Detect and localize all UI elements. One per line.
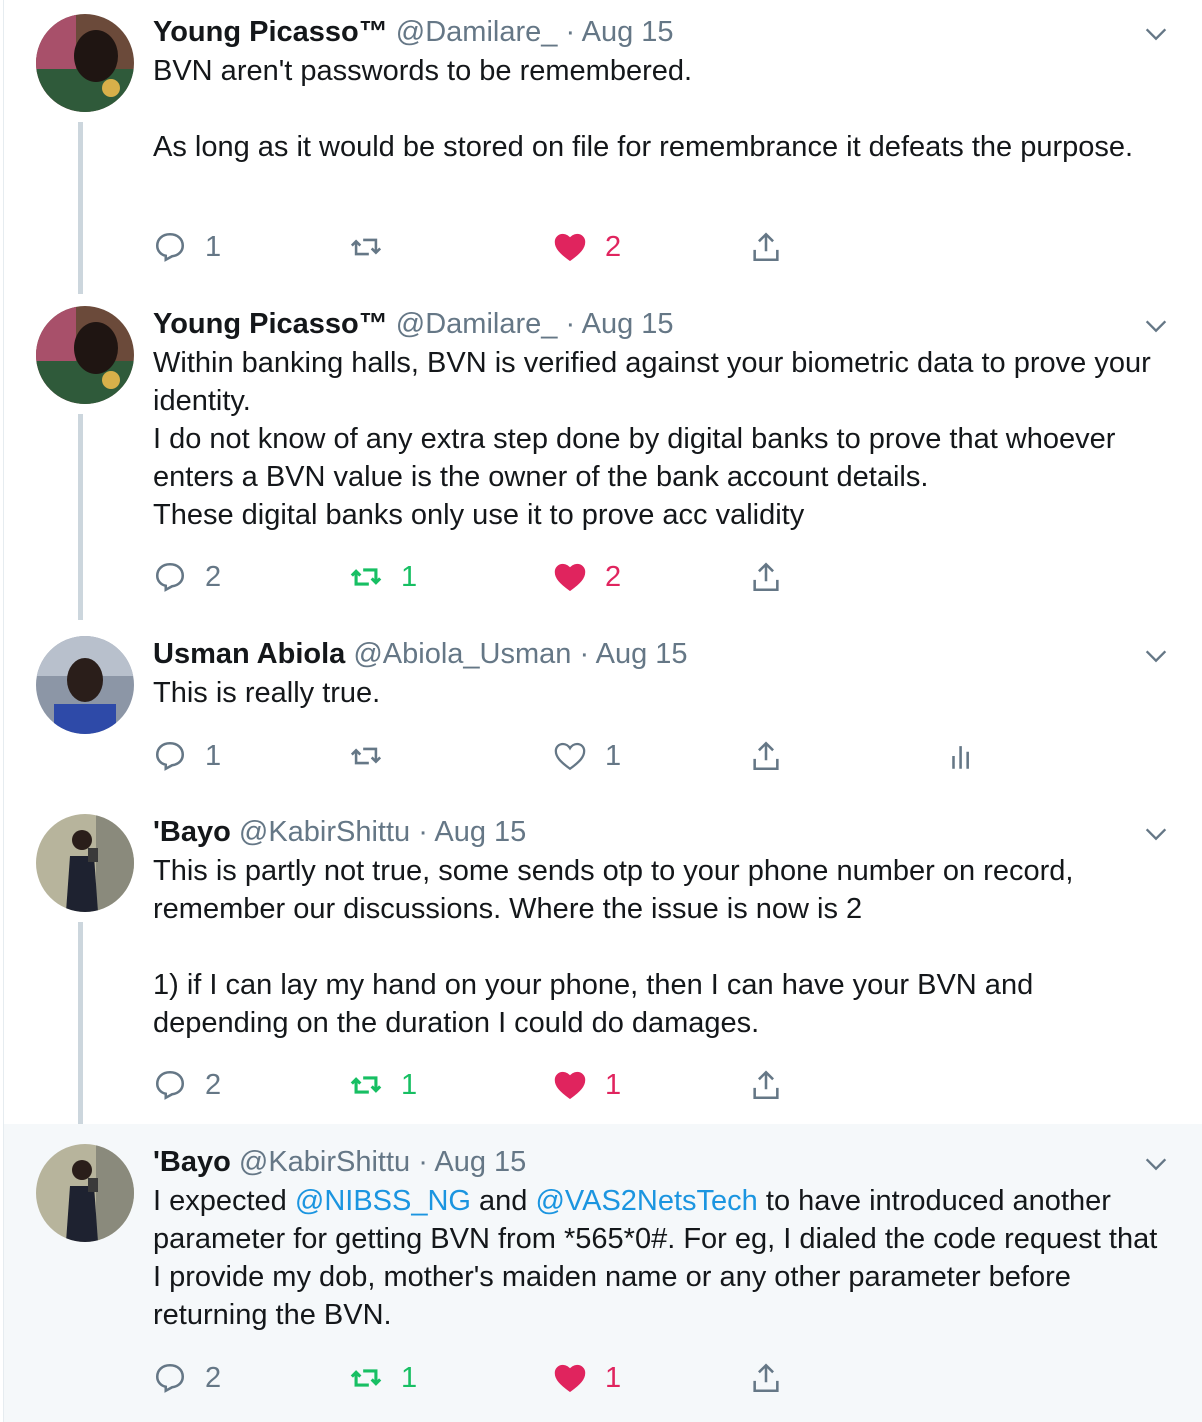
tweet-date[interactable]: Aug 15 <box>434 816 526 848</box>
tweet[interactable]: Usman Abiola @Abiola_Usman · Aug 15 This… <box>4 622 1202 800</box>
tweet-date[interactable]: Aug 15 <box>582 308 674 340</box>
avatar[interactable] <box>36 814 134 912</box>
tweet[interactable]: 'Bayo @KabirShittu · Aug 15 This is part… <box>4 800 1202 1124</box>
share-icon <box>753 1070 779 1100</box>
author-name[interactable]: 'Bayo <box>153 1146 231 1178</box>
avatar[interactable] <box>36 1144 134 1242</box>
chevron-down-icon[interactable] <box>1142 312 1170 340</box>
retweet-icon <box>350 238 382 256</box>
chevron-down-icon[interactable] <box>1142 20 1170 48</box>
avatar[interactable] <box>36 306 134 404</box>
share-button[interactable] <box>749 557 783 597</box>
reply-count: 1 <box>205 230 222 263</box>
tweet-date[interactable]: Aug 15 <box>434 1146 526 1178</box>
share-button[interactable] <box>749 1358 783 1398</box>
reply-count: 2 <box>205 560 222 593</box>
reply-icon <box>155 562 185 592</box>
reply-count: 2 <box>205 1068 222 1101</box>
retweet-button[interactable]: 1 <box>349 1358 417 1398</box>
tweet-text: This is partly not true, some sends otp … <box>153 855 1074 1039</box>
share-button[interactable] <box>749 736 783 776</box>
mention-link[interactable]: @NIBSS_NG <box>295 1185 471 1217</box>
reply-button[interactable]: 1 <box>153 736 221 776</box>
author-handle[interactable]: @Damilare_ <box>396 308 558 340</box>
tweet[interactable]: Young Picasso™ @Damilare_ · Aug 15 Withi… <box>4 292 1202 622</box>
like-count: 2 <box>605 230 622 263</box>
retweet-button[interactable] <box>349 736 401 776</box>
chevron-down-icon[interactable] <box>1142 642 1170 670</box>
chevron-down-icon[interactable] <box>1142 1150 1170 1178</box>
reply-count: 2 <box>205 1361 222 1394</box>
tweet-text-part: and <box>470 1185 536 1217</box>
tweet-date[interactable]: Aug 15 <box>582 16 674 48</box>
like-count: 1 <box>605 1361 622 1394</box>
separator-dot: · <box>418 816 428 848</box>
separator-dot: · <box>418 1146 428 1178</box>
share-icon <box>753 741 779 771</box>
like-button[interactable]: 1 <box>553 736 621 776</box>
like-count: 2 <box>605 560 622 593</box>
avatar[interactable] <box>36 14 134 112</box>
tweet-date[interactable]: Aug 15 <box>596 638 688 670</box>
tweet-text: This is really true. <box>153 677 381 709</box>
chevron-down-icon[interactable] <box>1142 820 1170 848</box>
author-name[interactable]: Usman Abiola <box>153 638 345 670</box>
tweet-focused[interactable]: 'Bayo @KabirShittu · Aug 15 I expected @… <box>4 1124 1202 1422</box>
like-button[interactable]: 2 <box>553 227 621 267</box>
reply-button[interactable]: 2 <box>153 557 221 597</box>
like-count: 1 <box>605 1068 622 1101</box>
retweet-button[interactable] <box>349 227 401 267</box>
analytics-button[interactable] <box>945 736 979 776</box>
reply-icon <box>155 741 185 771</box>
like-button[interactable]: 1 <box>553 1358 621 1398</box>
retweet-button[interactable]: 1 <box>349 557 417 597</box>
heart-icon <box>554 233 586 262</box>
mention-link[interactable]: @VAS2NetsTech <box>535 1185 757 1217</box>
retweet-icon <box>350 747 382 765</box>
share-button[interactable] <box>749 1065 783 1105</box>
reply-icon <box>155 232 185 262</box>
author-name[interactable]: Young Picasso™ <box>153 16 388 48</box>
author-handle[interactable]: @KabirShittu <box>239 1146 410 1178</box>
heart-icon <box>554 563 586 592</box>
heart-outline-icon <box>554 742 586 771</box>
author-handle[interactable]: @Abiola_Usman <box>353 638 571 670</box>
like-button[interactable]: 1 <box>553 1065 621 1105</box>
retweet-icon <box>350 1369 382 1387</box>
retweet-count: 1 <box>401 1068 418 1101</box>
reply-icon <box>155 1363 185 1393</box>
author-name[interactable]: 'Bayo <box>153 816 231 848</box>
share-button[interactable] <box>749 227 783 267</box>
reply-button[interactable]: 1 <box>153 227 221 267</box>
reply-button[interactable]: 2 <box>153 1065 221 1105</box>
tweet[interactable]: Young Picasso™ @Damilare_ · Aug 15 BVN a… <box>4 0 1202 292</box>
retweet-icon <box>350 1076 382 1094</box>
share-icon <box>753 232 779 262</box>
separator-dot: · <box>579 638 590 670</box>
separator-dot: · <box>565 16 576 48</box>
heart-icon <box>554 1071 586 1100</box>
retweet-button[interactable]: 1 <box>349 1065 417 1105</box>
separator-dot: · <box>565 308 576 340</box>
reply-button[interactable]: 2 <box>153 1358 221 1398</box>
author-handle[interactable]: @Damilare_ <box>396 16 558 48</box>
share-icon <box>753 1363 779 1393</box>
retweet-count: 1 <box>401 1361 418 1394</box>
retweet-icon <box>350 568 382 586</box>
heart-icon <box>554 1364 586 1393</box>
like-button[interactable]: 2 <box>553 557 621 597</box>
tweet-text: Within banking halls, BVN is verified ag… <box>153 347 1151 531</box>
author-name[interactable]: Young Picasso™ <box>153 308 388 340</box>
reply-icon <box>155 1070 185 1100</box>
tweet-text-part: I expected <box>153 1185 295 1217</box>
tweet-text: I expected @NIBSS_NG and @VAS2NetsTech t… <box>153 1182 1162 1334</box>
avatar[interactable] <box>36 636 134 734</box>
like-count: 1 <box>605 739 622 772</box>
reply-count: 1 <box>205 739 222 772</box>
tweet-text: BVN aren't passwords to be remembered. A… <box>153 55 1134 163</box>
share-icon <box>753 562 779 592</box>
author-handle[interactable]: @KabirShittu <box>239 816 410 848</box>
retweet-count: 1 <box>401 560 418 593</box>
analytics-icon <box>952 746 969 769</box>
